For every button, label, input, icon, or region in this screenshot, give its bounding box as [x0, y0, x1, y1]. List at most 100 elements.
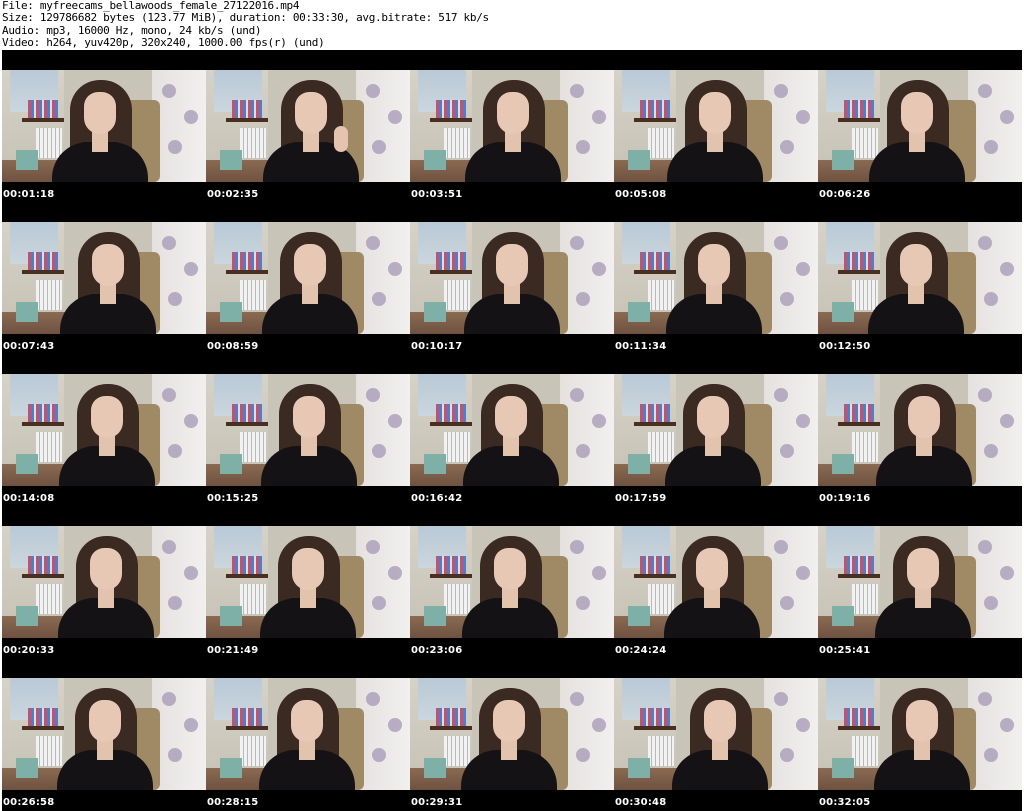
frame-scene-part: [844, 404, 874, 422]
frame-scene-part: [780, 748, 794, 762]
frame-scene-part: [852, 432, 878, 462]
frame-scene-part: [294, 244, 326, 286]
frame-scene-part: [968, 222, 1022, 334]
frame-scene-part: [560, 678, 614, 790]
frame-scene-part: [634, 726, 676, 730]
thumbnail-cell: 00:03:51: [410, 70, 614, 202]
frame-scene-part: [576, 292, 590, 306]
frame-scene-part: [356, 374, 410, 486]
frame-scene-part: [240, 584, 266, 614]
frame-scene-part: [832, 302, 854, 322]
frame-scene-part: [774, 388, 788, 402]
thumbnail-cell: 00:05:08: [614, 70, 818, 202]
thumbnail-sheet: 00:01:18 00:02:35 00:03:51 00:05:08 00:06:26…: [2, 50, 1022, 811]
frame-scene-part: [838, 422, 880, 426]
frame-scene-part: [1000, 262, 1014, 276]
video-frame-thumbnail: [206, 374, 410, 486]
frame-scene-part: [570, 540, 584, 554]
thumbnail-cell: 00:29:31: [410, 678, 614, 810]
frame-scene-part: [240, 736, 266, 766]
frame-scene-part: [493, 700, 525, 742]
frame-scene-part: [968, 70, 1022, 182]
frame-scene-part: [168, 748, 182, 762]
frame-scene-part: [774, 692, 788, 706]
frame-scene-part: [634, 422, 676, 426]
frame-scene-part: [162, 388, 176, 402]
frame-scene-part: [648, 432, 674, 462]
frame-scene-part: [16, 302, 38, 322]
frame-scene-part: [366, 388, 380, 402]
frame-scene-part: [168, 444, 182, 458]
frame-scene-part: [240, 280, 266, 310]
frame-scene-part: [978, 388, 992, 402]
frame-scene-part: [838, 270, 880, 274]
frame-scene-part: [232, 708, 262, 726]
video-frame-thumbnail: [410, 526, 614, 638]
frame-scene-part: [968, 374, 1022, 486]
frame-scene-part: [184, 718, 198, 732]
frame-scene-part: [780, 140, 794, 154]
frame-scene-part: [634, 118, 676, 122]
frame-scene-part: [226, 270, 268, 274]
frame-scene-part: [89, 700, 121, 742]
frame-scene-part: [240, 128, 266, 158]
video-frame-thumbnail: [2, 526, 206, 638]
frame-scene-part: [388, 262, 402, 276]
frame-scene-part: [168, 292, 182, 306]
frame-scene-part: [36, 432, 62, 462]
frame-scene-part: [796, 262, 810, 276]
frame-scene-part: [838, 726, 880, 730]
frame-scene-part: [436, 708, 466, 726]
thumbnail-cell: 00:16:42: [410, 374, 614, 506]
frame-scene-part: [152, 222, 206, 334]
thumbnail-timestamp: 00:02:35: [207, 189, 259, 200]
frame-scene-part: [592, 566, 606, 580]
frame-scene-part: [372, 748, 386, 762]
frame-scene-part: [36, 128, 62, 158]
frame-scene-part: [832, 454, 854, 474]
video-frame-thumbnail: [818, 374, 1022, 486]
video-frame-thumbnail: [2, 222, 206, 334]
frame-scene-part: [576, 596, 590, 610]
frame-scene-part: [162, 540, 176, 554]
frame-scene-part: [1000, 414, 1014, 428]
thumbnail-timestamp: 00:08:59: [207, 341, 259, 352]
frame-scene-part: [628, 454, 650, 474]
frame-scene-part: [388, 110, 402, 124]
frame-scene-part: [628, 758, 650, 778]
thumbnail-timestamp: 00:15:25: [207, 493, 259, 504]
frame-scene-part: [570, 692, 584, 706]
thumbnail-timestamp: 00:11:34: [615, 341, 667, 352]
frame-scene-part: [372, 444, 386, 458]
frame-scene-part: [1000, 718, 1014, 732]
frame-scene-part: [634, 270, 676, 274]
thumbnail-timestamp: 00:03:51: [411, 189, 463, 200]
frame-scene-part: [796, 718, 810, 732]
frame-scene-part: [424, 150, 446, 170]
frame-scene-part: [984, 140, 998, 154]
frame-scene-part: [1000, 566, 1014, 580]
frame-scene-part: [16, 454, 38, 474]
frame-scene-part: [28, 708, 58, 726]
frame-scene-part: [184, 414, 198, 428]
video-frame-thumbnail: [818, 526, 1022, 638]
frame-scene-part: [92, 244, 124, 286]
thumbnail-timestamp: 00:10:17: [411, 341, 463, 352]
frame-scene-part: [901, 92, 933, 134]
frame-scene-part: [978, 692, 992, 706]
frame-scene-part: [704, 700, 736, 742]
frame-scene-part: [640, 404, 670, 422]
thumbnail-row: 00:20:33 00:21:49 00:23:06 00:24:24 00:25:41: [2, 506, 1022, 658]
thumbnail-timestamp: 00:26:58: [3, 797, 55, 808]
thumbnail-cell: 00:23:06: [410, 526, 614, 658]
frame-scene-part: [232, 556, 262, 574]
frame-scene-part: [430, 574, 472, 578]
frame-scene-part: [430, 270, 472, 274]
frame-scene-part: [696, 548, 728, 590]
frame-scene-part: [91, 396, 123, 438]
frame-scene-part: [978, 540, 992, 554]
thumbnail-cell: 00:07:43: [2, 222, 206, 354]
frame-scene-part: [36, 584, 62, 614]
video-frame-thumbnail: [410, 374, 614, 486]
frame-scene-part: [232, 100, 262, 118]
